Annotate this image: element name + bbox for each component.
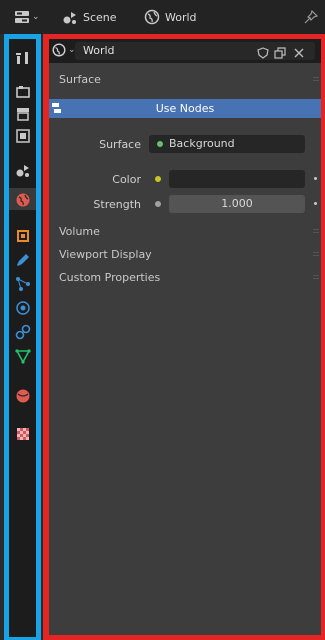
pin-icon	[304, 10, 318, 24]
shield-icon	[257, 47, 269, 59]
color-socket-icon[interactable]	[155, 176, 161, 182]
scene-tab-icon[interactable]	[13, 160, 32, 179]
custom-properties-panel-header[interactable]: Custom Properties	[49, 267, 321, 289]
strength-slider[interactable]: 1.000	[169, 195, 305, 213]
scene-icon	[63, 12, 76, 24]
properties-header-bar: ⌄ Scene World	[0, 0, 325, 34]
color-field-label: Color	[112, 173, 141, 186]
world-tab-icon[interactable]	[13, 190, 32, 209]
keyframe-dot-icon[interactable]	[314, 177, 317, 180]
world-name: World	[83, 44, 115, 57]
physics-tab-icon[interactable]	[13, 298, 32, 317]
breadcrumb-scene: Scene	[62, 8, 117, 26]
color-swatch[interactable]	[169, 170, 305, 188]
close-icon	[294, 48, 304, 58]
strength-socket-icon[interactable]	[155, 201, 161, 207]
pin-button[interactable]	[304, 8, 318, 26]
world-properties-panel: ⌄ World Surface Use Nodes Surface Backgr…	[49, 39, 321, 635]
object-data-tab-icon[interactable]	[13, 346, 32, 365]
use-nodes-label: Use Nodes	[155, 102, 215, 115]
surface-field-label: Surface	[99, 138, 141, 151]
drag-grip-icon[interactable]	[313, 275, 319, 281]
world-icon	[52, 43, 66, 57]
custom-properties-panel-title: Custom Properties	[59, 271, 161, 284]
tool-tab-icon[interactable]	[13, 48, 32, 67]
strength-field-label: Strength	[93, 198, 141, 211]
duplicate-icon	[274, 47, 286, 59]
view-layer-tab-icon[interactable]	[13, 126, 32, 145]
modifier-tab-icon[interactable]	[13, 250, 32, 269]
properties-editor-icon	[15, 11, 29, 23]
breadcrumb-world-label: World	[165, 10, 197, 24]
output-tab-icon[interactable]	[13, 104, 32, 123]
viewport-display-panel-header[interactable]: Viewport Display	[49, 244, 321, 266]
surface-panel-title: Surface	[59, 73, 101, 86]
surface-shader-value: Background	[169, 137, 235, 150]
drag-grip-icon[interactable]	[313, 252, 319, 258]
node-tree-icon	[52, 103, 61, 113]
drag-grip-icon[interactable]	[313, 77, 319, 83]
world-datablock-header: ⌄ World	[49, 39, 321, 63]
unlink-button[interactable]	[291, 45, 307, 61]
render-tab-icon[interactable]	[13, 82, 32, 101]
surface-panel-header[interactable]: Surface	[49, 69, 321, 91]
duplicate-button[interactable]	[272, 45, 288, 61]
material-tab-icon[interactable]	[13, 386, 32, 405]
volume-panel-header[interactable]: Volume	[49, 221, 321, 243]
drag-grip-icon[interactable]	[313, 229, 319, 235]
use-nodes-button[interactable]: Use Nodes	[49, 99, 321, 118]
constraints-tab-icon[interactable]	[13, 322, 32, 341]
particles-tab-icon[interactable]	[13, 274, 32, 293]
texture-tab-icon[interactable]	[13, 424, 32, 443]
shader-socket-icon	[157, 141, 163, 147]
strength-value: 1.000	[221, 197, 253, 210]
chevron-down-icon: ⌄	[32, 12, 40, 22]
world-type-dropdown[interactable]: ⌄	[52, 43, 76, 57]
world-icon	[144, 9, 160, 25]
viewport-display-panel-title: Viewport Display	[59, 248, 152, 261]
volume-panel-title: Volume	[59, 225, 100, 238]
breadcrumb-world: World	[144, 8, 197, 26]
object-tab-icon[interactable]	[13, 226, 32, 245]
editor-type-menu[interactable]: ⌄	[14, 8, 40, 26]
fake-user-button[interactable]	[255, 45, 271, 61]
breadcrumb-scene-label: Scene	[83, 10, 117, 24]
keyframe-dot-icon[interactable]	[314, 202, 317, 205]
surface-shader-selector[interactable]: Background	[149, 135, 305, 153]
world-name-field[interactable]: World	[75, 42, 315, 60]
